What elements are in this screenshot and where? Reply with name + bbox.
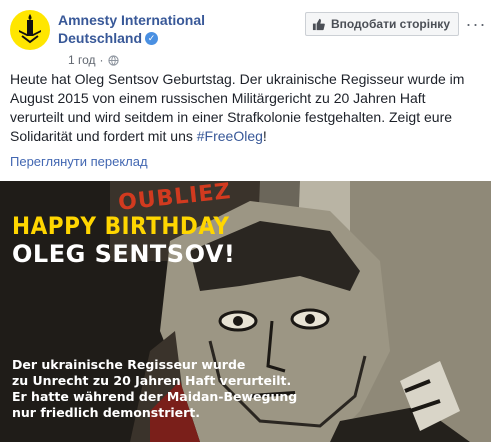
amnesty-candle-logo-icon <box>19 14 41 44</box>
caption-line-4: nur friedlich demonstriert. <box>12 405 201 420</box>
caption-line-3: Er hatte während der Maidan-Bewegung <box>12 389 298 404</box>
post-body: Heute hat Oleg Sentsov Geburtstag. Der u… <box>10 70 482 146</box>
post-timestamp[interactable]: 1 год <box>68 53 96 67</box>
caption-line-2: zu Unrecht zu 20 Jahren Haft verurteilt. <box>12 373 292 388</box>
page-name-line2[interactable]: Deutschland <box>58 30 142 46</box>
like-page-button[interactable]: Вподобати сторінку <box>304 12 459 36</box>
post-header: Amnesty International Deutschland ✓ 1 год… <box>10 8 485 68</box>
post-text-end: ! <box>262 128 267 144</box>
image-headline-1: HAPPY BIRTHDAY <box>12 212 230 240</box>
more-options-icon: ··· <box>465 14 487 34</box>
image-caption: Der ukrainische Regisseur wurde zu Unrec… <box>12 357 298 421</box>
post-image[interactable]: OUBLIEZ HAPPY BIRTHDAY OLEG SENTSOV! Der… <box>0 181 491 442</box>
caption-line-1: Der ukrainische Regisseur wurde <box>12 357 246 372</box>
thumbs-up-icon <box>312 18 325 30</box>
hashtag-link[interactable]: #FreeOleg <box>197 128 263 144</box>
page-name[interactable]: Amnesty International Deutschland ✓ <box>58 11 278 47</box>
verified-badge-icon: ✓ <box>145 31 159 45</box>
more-options-button[interactable]: ··· <box>465 12 487 36</box>
see-translation-link[interactable]: Переглянути переклад <box>10 154 148 169</box>
globe-icon <box>107 54 119 66</box>
page-name-line1[interactable]: Amnesty International <box>58 11 278 29</box>
like-page-label: Вподобати сторінку <box>330 17 450 31</box>
page-avatar[interactable] <box>10 10 50 50</box>
image-headline-2: OLEG SENTSOV! <box>12 240 236 268</box>
post-meta: 1 год · <box>68 53 119 67</box>
